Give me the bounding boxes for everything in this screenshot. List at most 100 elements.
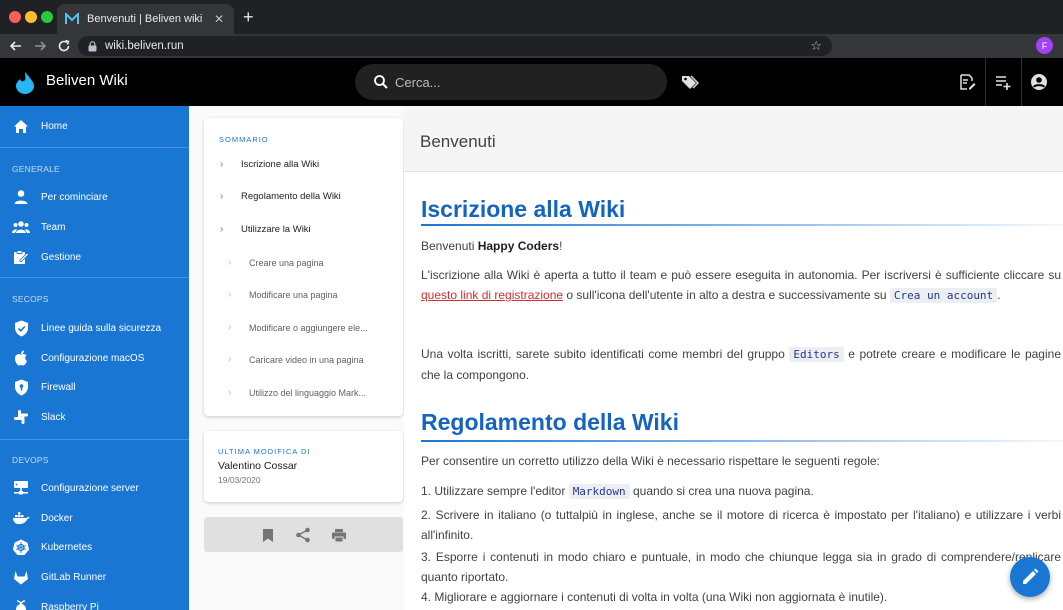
- sidebar-item-label: Firewall: [41, 381, 76, 393]
- sidebar-item-firewall[interactable]: Firewall: [0, 374, 189, 400]
- tab-title: Benvenuti | Beliven wiki: [87, 13, 203, 25]
- tags-icon[interactable]: [680, 72, 700, 92]
- text: .: [997, 288, 1001, 302]
- edit-page-icon[interactable]: [949, 58, 985, 106]
- print-icon[interactable]: [329, 525, 349, 545]
- registration-link[interactable]: questo link di registrazione: [421, 288, 563, 302]
- toc-item-label: Modificare o aggiungere ele...: [249, 322, 368, 333]
- bookmark-star-icon[interactable]: ☆: [810, 38, 822, 54]
- toc-item[interactable]: › Creare una pagina: [228, 257, 324, 268]
- sidebar-item-team[interactable]: Team: [0, 214, 189, 240]
- toc-item-label: Iscrizione alla Wiki: [241, 159, 320, 170]
- toc-column: SOMMARIO › Iscrizione alla Wiki › Regola…: [189, 106, 404, 610]
- toc-item-label: Regolamento della Wiki: [241, 191, 341, 202]
- sidebar-item-label: GitLab Runner: [41, 571, 107, 583]
- sidebar-item-docker[interactable]: Docker: [0, 505, 189, 531]
- toc-item-label: Creare una pagina: [249, 257, 324, 268]
- toc-item[interactable]: › Utilizzare la Wiki: [220, 224, 311, 235]
- chevron-right-icon: ›: [228, 322, 232, 333]
- toc-item-label: Utilizzo del linguaggio Mark...: [249, 387, 367, 398]
- sidebar-item-slack[interactable]: Slack: [0, 404, 189, 430]
- sidebar-item-label: Slack: [41, 411, 66, 423]
- share-icon[interactable]: [293, 525, 313, 545]
- search-placeholder: Cerca...: [395, 74, 441, 90]
- toc-heading: SOMMARIO: [219, 135, 269, 144]
- toc-item-label: Caricare video in una pagina: [249, 354, 364, 365]
- toc-item[interactable]: › Utilizzo del linguaggio Mark...: [228, 387, 366, 398]
- reload-icon[interactable]: [54, 36, 74, 56]
- new-page-icon[interactable]: [985, 58, 1021, 106]
- last-modified-date: 19/03/2020: [218, 475, 261, 485]
- browser-tab[interactable]: Benvenuti | Beliven wiki ✕: [57, 4, 234, 34]
- toc-item[interactable]: › Caricare video in una pagina: [228, 354, 364, 365]
- chevron-right-icon: ›: [228, 289, 232, 300]
- rule-item: 3. Esporre i contenuti in modo chiaro e …: [421, 550, 1061, 584]
- bookmark-icon[interactable]: [258, 525, 278, 545]
- sidebar-item-label: Per cominciare: [41, 191, 108, 203]
- toc-item[interactable]: › Regolamento della Wiki: [220, 191, 341, 202]
- rule-item: 2. Scrivere in italiano (o tuttalpiù in …: [421, 508, 1061, 542]
- new-tab-icon[interactable]: +: [243, 7, 254, 27]
- inline-code: Markdown: [568, 484, 630, 499]
- back-arrow-icon[interactable]: [6, 36, 26, 56]
- sidebar-item-gestione[interactable]: Gestione: [0, 244, 189, 270]
- chevron-right-icon: ›: [220, 159, 224, 170]
- sidebar-section-title: DEVOPS: [12, 455, 49, 465]
- search-input[interactable]: Cerca...: [355, 64, 667, 100]
- address-bar[interactable]: wiki.beliven.run ☆: [78, 36, 832, 56]
- sidebar-item-configurazione-server[interactable]: Configurazione server: [0, 475, 189, 501]
- sidebar-item-raspberry-pi[interactable]: Raspberry Pi: [0, 594, 189, 610]
- sidebar-item-label: Configurazione macOS: [41, 352, 145, 364]
- slack-icon: [12, 408, 30, 426]
- rules-intro: Per consentire un corretto utilizzo dell…: [421, 454, 880, 468]
- lock-icon: [88, 40, 97, 52]
- sidebar-item-per-cominciare[interactable]: Per cominciare: [0, 184, 189, 210]
- inline-code: Editors: [789, 347, 844, 362]
- rule-item: 4. Migliorare e aggiornare i contenuti d…: [421, 590, 888, 604]
- sidebar-item-kubernetes[interactable]: Kubernetes: [0, 534, 189, 560]
- window-close-button[interactable]: [9, 11, 21, 23]
- account-icon[interactable]: [1021, 58, 1057, 106]
- text: quando si crea una nuova pagina.: [629, 484, 814, 498]
- people-icon: [12, 218, 30, 236]
- forward-arrow-icon[interactable]: [30, 36, 50, 56]
- last-modified-card: ULTIMA MODIFICA DI Valentino Cossar 19/0…: [204, 431, 403, 502]
- sidebar-item-gitlab-runner[interactable]: GitLab Runner: [0, 564, 189, 590]
- chevron-right-icon: ›: [220, 191, 224, 202]
- heading-underline: [421, 224, 1063, 226]
- text: L'iscrizione alla Wiki è aperta a tutto …: [421, 268, 1061, 282]
- sidebar-item-label: Kubernetes: [41, 541, 93, 553]
- toc-item[interactable]: › Modificare una pagina: [228, 289, 338, 300]
- window-zoom-button[interactable]: [41, 11, 53, 23]
- window-minimize-button[interactable]: [25, 11, 37, 23]
- sidebar-item-linee-guida-sicurezza[interactable]: Linee guida sulla sicurezza: [0, 315, 189, 341]
- raspberry-pi-icon: [12, 598, 30, 610]
- home-icon: [12, 117, 30, 135]
- site-title[interactable]: Beliven Wiki: [46, 72, 128, 89]
- sidebar-item-label: Gestione: [41, 251, 82, 263]
- sidebar: Home GENERALE Per cominciare Team Gestio…: [0, 106, 189, 610]
- browser-toolbar: wiki.beliven.run ☆: [0, 34, 1063, 58]
- toc-item[interactable]: › Iscrizione alla Wiki: [220, 159, 319, 170]
- sidebar-item-configurazione-macos[interactable]: Configurazione macOS: [0, 345, 189, 371]
- inline-code: Crea un account: [889, 288, 998, 303]
- tab-close-icon[interactable]: ✕: [212, 12, 226, 26]
- chevron-right-icon: ›: [220, 224, 224, 235]
- sidebar-item-home[interactable]: Home: [0, 113, 189, 139]
- sidebar-item-label: Raspberry Pi: [41, 601, 99, 610]
- sidebar-item-label: Team: [41, 221, 66, 233]
- signup-paragraph: L'iscrizione alla Wiki è aperta a tutto …: [421, 265, 1061, 306]
- apple-icon: [12, 349, 30, 367]
- beliven-logo-icon[interactable]: [14, 70, 36, 94]
- toc-item[interactable]: › Modificare o aggiungere ele...: [228, 322, 368, 333]
- sidebar-divider: [0, 277, 189, 278]
- clipboard-edit-icon: [12, 248, 30, 266]
- search-icon: [373, 74, 389, 90]
- page-actions-bar: [204, 517, 403, 552]
- rule-item: 1. Utilizzare sempre l'editor Markdown q…: [421, 481, 1061, 502]
- toc-card: SOMMARIO › Iscrizione alla Wiki › Regola…: [204, 118, 403, 416]
- kubernetes-icon: [12, 538, 30, 556]
- edit-fab-button[interactable]: [1010, 557, 1050, 597]
- shield-lock-icon: [12, 378, 30, 396]
- profile-avatar[interactable]: F: [1036, 37, 1053, 54]
